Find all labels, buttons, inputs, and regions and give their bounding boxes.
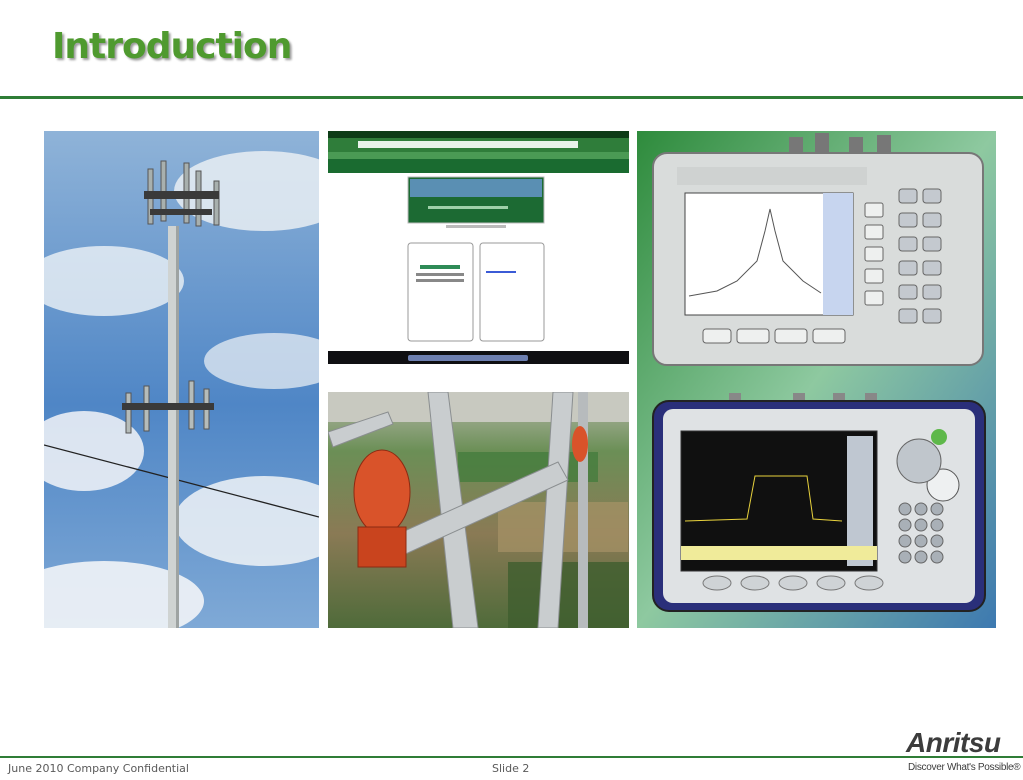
footer-confidential: June 2010 Company Confidential bbox=[8, 762, 189, 775]
slide-title: Introduction bbox=[52, 26, 292, 67]
tagline: Discover What's Possible® bbox=[908, 762, 1021, 773]
anritsu-logo: Anritsu bbox=[906, 727, 1001, 758]
cell-tower-photo bbox=[44, 131, 319, 628]
footer-divider bbox=[0, 756, 1023, 758]
tower-climbing-photo bbox=[328, 392, 629, 628]
title-divider bbox=[0, 96, 1023, 99]
slide-number: Slide 2 bbox=[492, 762, 530, 775]
sweepmasters-website-screenshot bbox=[328, 131, 629, 364]
sitemaster-instruments-photo bbox=[637, 131, 996, 628]
